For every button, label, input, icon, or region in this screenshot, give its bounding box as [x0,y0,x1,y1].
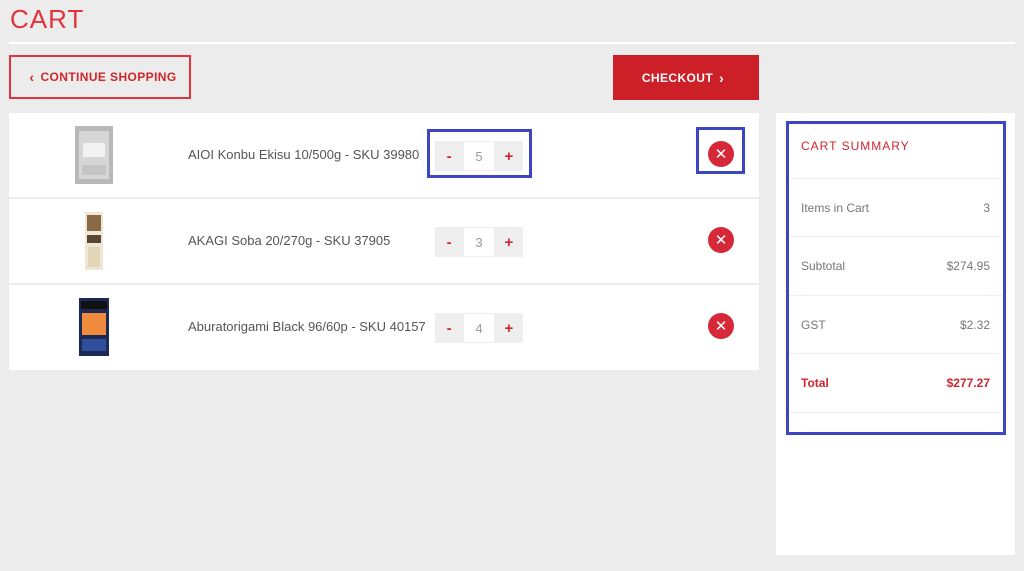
items-in-cart-value: 3 [983,200,990,215]
quantity-stepper: - 5 + [435,141,523,171]
quantity-input[interactable]: 3 [463,227,495,257]
items-in-cart-label: Items in Cart [801,200,870,215]
total-value: $277.27 [946,375,990,390]
decrease-quantity-button[interactable]: - [435,227,464,257]
product-name[interactable]: Aburatorigami Black 96/60p - SKU 40157 [188,285,428,369]
close-icon: ✕ [714,146,728,163]
increase-quantity-button[interactable]: + [494,141,523,171]
quantity-input[interactable]: 4 [463,313,495,343]
product-thumbnail [73,125,115,185]
remove-item-button[interactable]: ✕ [708,141,734,167]
cart-item-row: AKAGI Soba 20/270g - SKU 37905 - 3 + ✕ [9,199,759,285]
cart-summary-panel: CART SUMMARY Items in Cart 3 Subtotal $2… [776,113,1015,555]
increase-quantity-button[interactable]: + [494,227,523,257]
subtotal-label: Subtotal [801,258,846,273]
cart-summary-title: CART SUMMARY [801,139,910,153]
close-icon: ✕ [714,318,728,335]
decrease-quantity-button[interactable]: - [435,141,464,171]
quantity-stepper: - 4 + [435,313,523,343]
summary-gst-row: GST $2.32 [789,295,1002,353]
decrease-quantity-button[interactable]: - [435,313,464,343]
product-thumbnail [73,297,115,357]
summary-divider [789,412,1002,413]
remove-item-button[interactable]: ✕ [708,313,734,339]
checkout-label: CHECKOUT [641,70,714,85]
increase-quantity-button[interactable]: + [494,313,523,343]
cart-item-row: Aburatorigami Black 96/60p - SKU 40157 -… [9,285,759,370]
title-divider [9,42,1015,44]
cart-item-row: AIOI Konbu Ekisu 10/500g - SKU 39980 - 5… [9,113,759,199]
summary-items-row: Items in Cart 3 [789,178,1002,236]
subtotal-value: $274.95 [946,258,990,273]
gst-value: $2.32 [959,317,990,332]
continue-shopping-button[interactable]: ‹ CONTINUE SHOPPING [9,55,191,99]
product-name[interactable]: AIOI Konbu Ekisu 10/500g - SKU 39980 [188,113,428,197]
chevron-right-icon: › [719,69,725,86]
close-icon: ✕ [714,232,728,249]
chevron-left-icon: ‹ [29,69,35,85]
remove-item-button[interactable]: ✕ [708,227,734,253]
product-name[interactable]: AKAGI Soba 20/270g - SKU 37905 [188,199,428,283]
cart-items-list: AIOI Konbu Ekisu 10/500g - SKU 39980 - 5… [9,113,759,370]
quantity-stepper: - 3 + [435,227,523,257]
gst-label: GST [801,317,826,332]
summary-subtotal-row: Subtotal $274.95 [789,236,1002,294]
checkout-button[interactable]: CHECKOUT › [613,55,759,100]
quantity-input[interactable]: 5 [463,141,495,171]
total-label: Total [801,375,829,390]
product-thumbnail [73,211,115,271]
page-title: CART [10,4,85,34]
continue-shopping-label: CONTINUE SHOPPING [40,70,177,84]
summary-total-row: Total $277.27 [789,353,1002,411]
